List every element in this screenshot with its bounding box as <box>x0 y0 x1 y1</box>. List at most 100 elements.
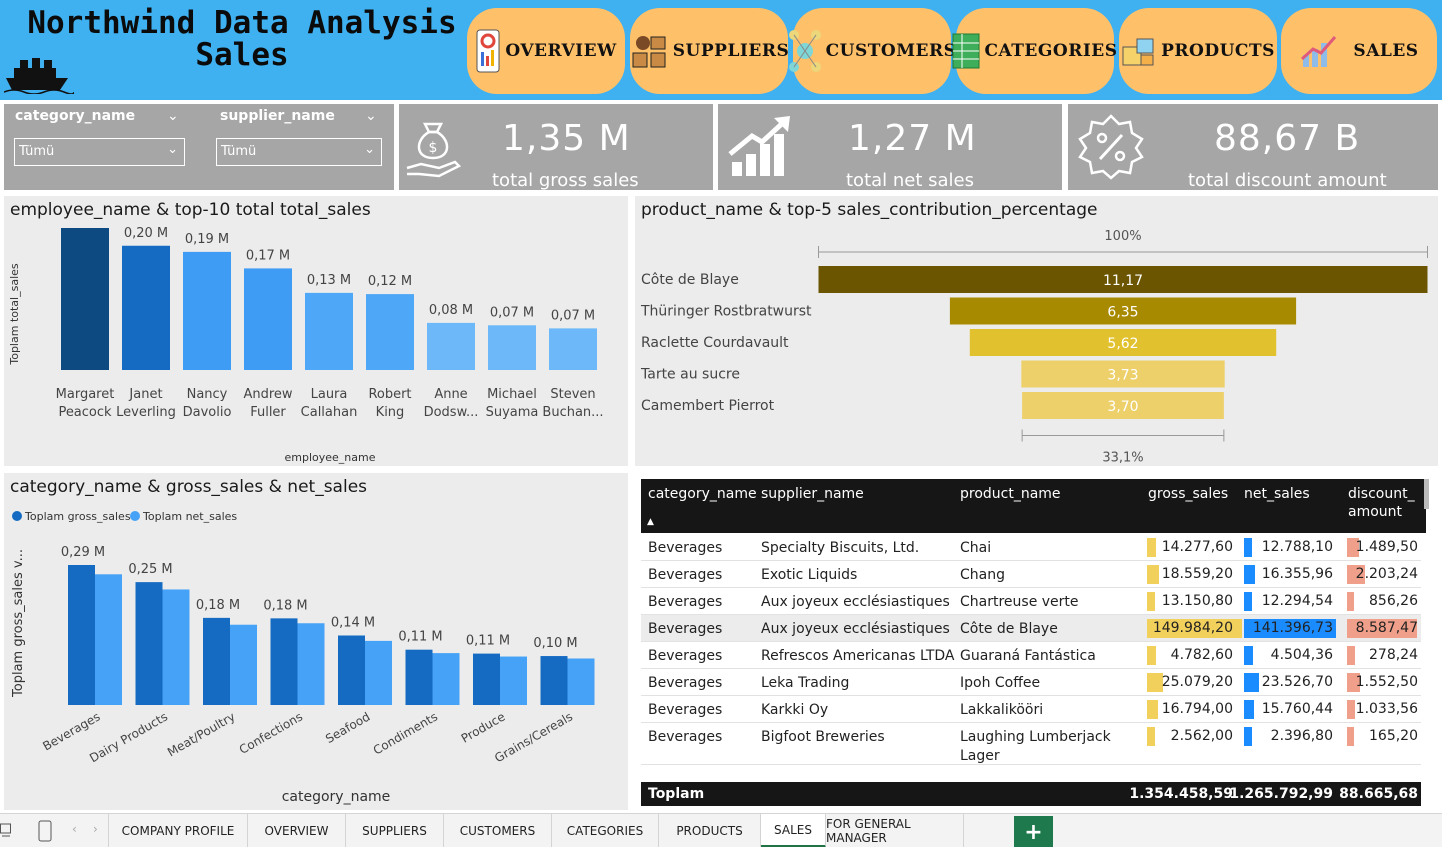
cell-category: Beverages <box>648 594 723 610</box>
total-label: Toplam <box>648 786 705 802</box>
column-header-net-sales[interactable]: net_sales <box>1244 485 1310 503</box>
report-canvas: Northwind Data Analysis Sales OVERVIEW S… <box>0 0 1442 847</box>
employee-bar-data-label: 0,17 M <box>246 248 290 263</box>
employee-sales-bar[interactable] <box>488 325 536 370</box>
category-sales-bar[interactable] <box>230 624 257 705</box>
category-sales-bar[interactable] <box>567 658 595 705</box>
category-sales-bar[interactable] <box>68 565 95 705</box>
employee-sales-bar[interactable] <box>549 328 597 370</box>
cell-gross-sales: 13.150,80 <box>1161 593 1233 609</box>
category-x-tick-label: Confections <box>237 709 305 757</box>
page-tab[interactable]: COMPANY PROFILE <box>108 814 248 847</box>
category-sales-bar[interactable] <box>203 617 230 705</box>
employee-sales-bar[interactable] <box>122 245 170 370</box>
nav-customers-button[interactable]: CUSTOMERS <box>788 8 956 94</box>
category-sales-bar[interactable] <box>473 653 500 705</box>
chevron-left-icon[interactable]: ‹ <box>72 822 77 836</box>
net-sales-databar <box>1244 700 1255 719</box>
column-header-supplier[interactable]: supplier_name <box>761 485 864 503</box>
category-sales-bar[interactable] <box>95 574 122 705</box>
category-sales-bar[interactable] <box>135 582 163 705</box>
category-sales-bar[interactable] <box>432 653 460 705</box>
desktop-layout-icon[interactable] <box>0 822 12 840</box>
table-row[interactable]: Beverages Leka Trading Ipoh Coffee 25.079,2… <box>641 669 1421 696</box>
funnel-category-label: Thüringer Rostbratwurst <box>640 304 812 320</box>
table-row[interactable]: Beverages Specialty Biscuits, Ltd. Chai 14.… <box>641 534 1421 561</box>
employee-sales-chart: Toplam total_sales0,23 MMargaretPeacock0… <box>8 226 604 464</box>
category-sales-bar[interactable] <box>365 640 392 705</box>
cell-discount: 1.033,56 <box>1355 701 1418 717</box>
page-tab[interactable]: FOR GENERAL MANAGER <box>826 814 964 847</box>
mobile-layout-icon[interactable] <box>38 820 52 842</box>
category-slicer-title: category_name <box>15 108 136 124</box>
nav-categories-button[interactable]: CATEGORIES <box>952 8 1117 94</box>
kpi-gross-sales-label: total gross sales <box>492 170 639 191</box>
funnel-chart-title: product_name & top-5 sales_contribution_… <box>641 200 1098 220</box>
page-tab[interactable]: SALES <box>761 814 826 847</box>
page-tab[interactable]: CATEGORIES <box>552 814 659 847</box>
nav-products-button[interactable]: PRODUCTS <box>1119 8 1277 94</box>
table-row[interactable]: Beverages Aux joyeux ecclésiastiques Chart… <box>641 588 1421 615</box>
employee-x-tick-label: Callahan <box>301 405 358 420</box>
cell-gross-sales: 25.079,20 <box>1161 674 1233 690</box>
table-row[interactable]: Beverages Bigfoot Breweries Laughing Lumbe… <box>641 723 1421 765</box>
table-scrollbar[interactable] <box>1424 479 1429 509</box>
column-header-product[interactable]: product_name <box>960 485 1061 503</box>
nav-overview-button[interactable]: OVERVIEW <box>467 8 625 94</box>
employee-sales-bar[interactable] <box>366 294 414 370</box>
category-bar-data-label: 0,11 M <box>466 634 510 649</box>
net-sales-databar <box>1244 565 1255 584</box>
category-x-tick-label: Meat/Poultry <box>165 709 238 759</box>
category-x-tick-label: Condiments <box>371 709 440 757</box>
gross-sales-databar <box>1147 646 1157 665</box>
column-header-category[interactable]: category_name <box>648 485 757 503</box>
page-tab[interactable]: OVERVIEW <box>248 814 346 847</box>
legend-label[interactable]: Toplam gross_sales <box>24 510 131 523</box>
column-header-discount[interactable]: discount_ amount <box>1348 485 1415 521</box>
category-sales-bar[interactable] <box>338 635 365 705</box>
page-tab[interactable]: SUPPLIERS <box>346 814 444 847</box>
cell-category: Beverages <box>648 675 723 691</box>
legend-label[interactable]: Toplam net_sales <box>142 510 237 523</box>
category-sales-bar[interactable] <box>162 589 190 705</box>
category-sales-bar[interactable] <box>500 656 527 705</box>
employee-sales-bar[interactable] <box>61 228 109 370</box>
page-tab[interactable]: PRODUCTS <box>659 814 761 847</box>
cell-gross-sales: 4.782,60 <box>1170 647 1233 663</box>
table-row[interactable]: Beverages Refrescos Americanas LTDA Guaran… <box>641 642 1421 669</box>
nav-suppliers-button[interactable]: SUPPLIERS <box>630 8 789 94</box>
cell-supplier: Aux joyeux ecclésiastiques <box>761 621 950 637</box>
category-sales-bar[interactable] <box>405 649 433 705</box>
cell-product: Chai <box>960 540 992 556</box>
employee-sales-bar[interactable] <box>183 251 231 370</box>
cell-net-sales: 23.526,70 <box>1261 674 1333 690</box>
chevron-down-icon[interactable]: ⌄ <box>365 108 377 124</box>
page-tab-bar: ‹ › COMPANY PROFILE OVERVIEW SUPPLIERS CUST… <box>0 813 1442 847</box>
category-bar-data-label: 0,11 M <box>398 630 442 645</box>
supplier-dropdown[interactable]: Tümü ⌄ <box>216 138 382 166</box>
cell-gross-sales: 16.794,00 <box>1161 701 1233 717</box>
net-sales-databar <box>1244 592 1252 611</box>
cell-supplier: Aux joyeux ecclésiastiques <box>761 594 950 610</box>
category-dropdown[interactable]: Tümü ⌄ <box>14 138 185 166</box>
chevron-right-icon[interactable]: › <box>93 822 98 836</box>
table-row[interactable]: Beverages Aux joyeux ecclésiastiques Côte … <box>641 615 1421 642</box>
gross-sales-databar <box>1147 700 1158 719</box>
chevron-down-icon[interactable]: ⌄ <box>167 108 179 124</box>
employee-sales-bar[interactable] <box>305 292 353 370</box>
add-page-button[interactable]: + <box>1014 816 1053 847</box>
employee-x-tick-label: Davolio <box>183 405 232 420</box>
category-sales-bar[interactable] <box>297 623 325 705</box>
funnel-top-label: 100% <box>1104 229 1141 244</box>
table-row[interactable]: Beverages Karkki Oy Lakkalikööri 16.794,00 1… <box>641 696 1421 723</box>
category-sales-bar[interactable] <box>270 618 298 705</box>
nav-sales-button[interactable]: SALES <box>1281 8 1437 94</box>
employee-sales-bar[interactable] <box>244 268 292 370</box>
product-funnel-chart-panel: product_name & top-5 sales_contribution_… <box>635 196 1438 466</box>
employee-sales-bar[interactable] <box>427 322 475 370</box>
category-sales-bar[interactable] <box>540 656 568 705</box>
products-icon <box>1122 38 1154 66</box>
page-tab[interactable]: CUSTOMERS <box>444 814 552 847</box>
table-row[interactable]: Beverages Exotic Liquids Chang 18.559,20 16.… <box>641 561 1421 588</box>
column-header-gross-sales[interactable]: gross_sales <box>1148 485 1228 503</box>
